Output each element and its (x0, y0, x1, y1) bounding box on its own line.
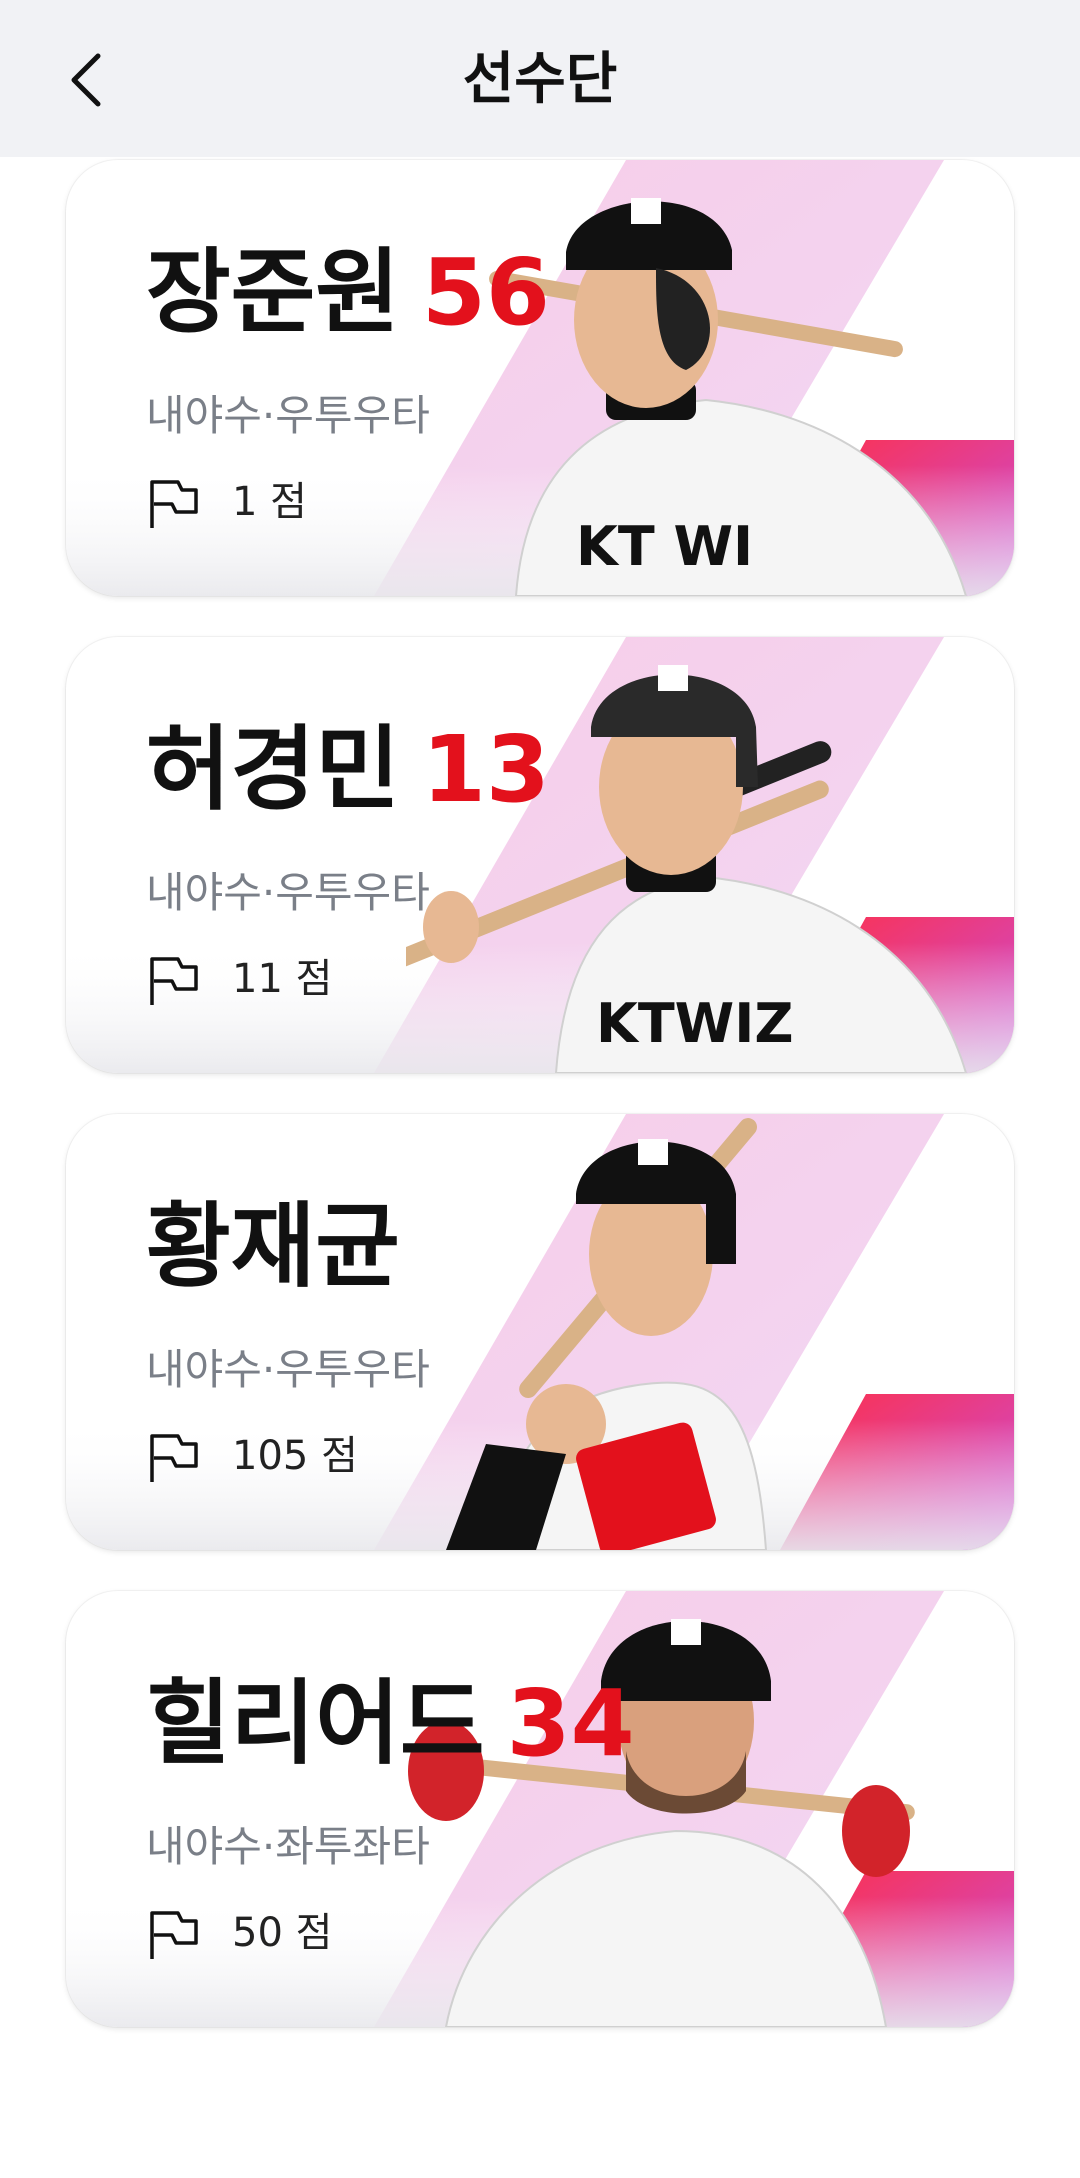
player-card-1[interactable]: KTWIZ 허경민 13 내야수·우투우타 11 점 (66, 637, 1014, 1073)
flag-icon (146, 1432, 202, 1484)
player-position: 내야수·우투우타 (146, 868, 430, 917)
app-header: 선수단 (0, 0, 1080, 157)
flag-icon (146, 478, 202, 530)
player-score: 11 점 (232, 956, 333, 1002)
player-name: 황재균 (146, 1193, 400, 1300)
player-number: 13 (421, 716, 550, 823)
player-name-row: 장준원 56 (146, 238, 550, 348)
player-photo: KTWIZ (406, 637, 1014, 1073)
player-score: 105 점 (232, 1433, 358, 1479)
flag-icon (146, 1909, 202, 1961)
player-number: 56 (421, 239, 550, 346)
player-number: 34 (506, 1670, 635, 1777)
svg-text:KT WI: KT WI (576, 515, 753, 578)
player-score: 50 점 (232, 1910, 333, 1956)
player-position: 내야수·좌투좌타 (146, 1822, 430, 1871)
flag-icon (146, 955, 202, 1007)
player-card-2[interactable]: 황재균 내야수·우투우타 105 점 (66, 1114, 1014, 1550)
player-score: 1 점 (232, 479, 307, 525)
player-card-0[interactable]: KT WI 장준원 56 내야수·우투우타 1 점 (66, 160, 1014, 596)
player-name: 장준원 (146, 239, 400, 346)
player-position: 내야수·우투우타 (146, 1345, 430, 1394)
player-name-row: 황재균 (146, 1192, 400, 1302)
player-name-row: 힐리어드 34 (146, 1669, 635, 1779)
player-card-3[interactable]: 힐리어드 34 내야수·좌투좌타 50 점 (66, 1591, 1014, 2027)
player-photo (406, 1114, 1014, 1550)
player-name-row: 허경민 13 (146, 715, 550, 825)
player-photo: KT WI (406, 160, 1014, 596)
player-position: 내야수·우투우타 (146, 391, 430, 440)
player-name: 허경민 (146, 716, 400, 823)
svg-text:KTWIZ: KTWIZ (596, 992, 794, 1055)
page-title: 선수단 (462, 47, 618, 112)
player-name: 힐리어드 (146, 1670, 485, 1777)
player-photo (406, 1591, 1014, 2027)
